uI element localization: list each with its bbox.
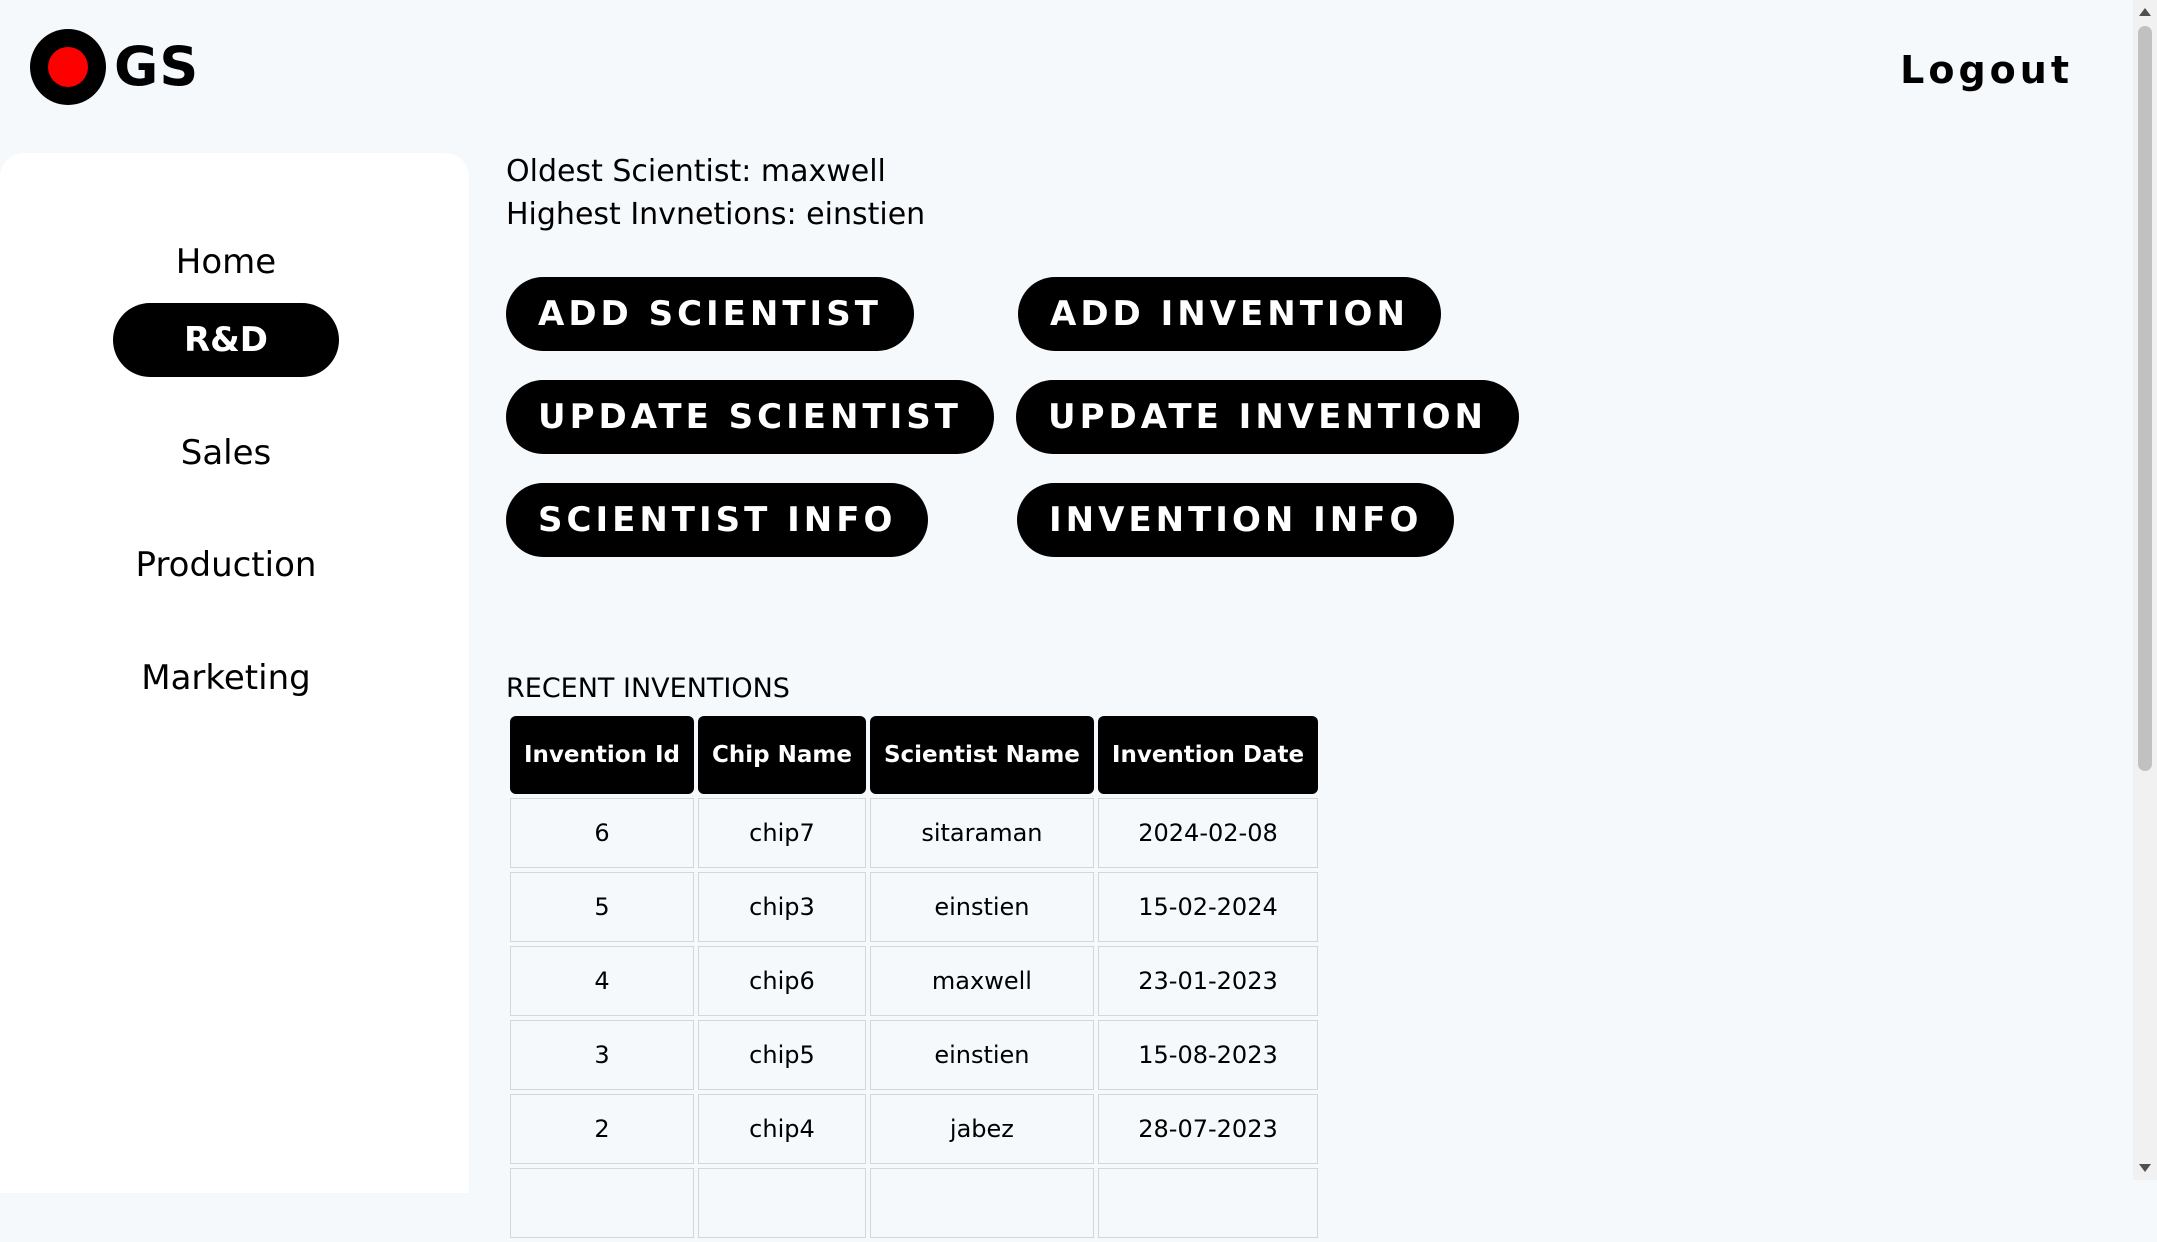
table-row: 6 chip7 sitaraman 2024-02-08 [510,798,1319,868]
cell-invention-id: 2 [510,1094,694,1164]
table-header-row: Invention Id Chip Name Scientist Name In… [510,716,1319,794]
cell-invention-date: 15-02-2024 [1097,872,1319,942]
cell-scientist-name: einstien [869,872,1094,942]
invention-info-button[interactable]: INVENTION INFO [1017,483,1455,557]
column-header-invention-date: Invention Date [1097,716,1319,794]
scroll-up-icon[interactable] [2139,8,2151,16]
sidebar-item-marketing[interactable]: Marketing [113,641,339,715]
column-header-chip-name: Chip Name [697,716,866,794]
sidebar-item-sales[interactable]: Sales [113,416,339,490]
highest-inventions-stat: Highest Invnetions: einstien [506,197,926,232]
sidebar-item-home[interactable]: Home [113,225,339,299]
update-scientist-button[interactable]: UPDATE SCIENTIST [506,380,994,454]
cell-invention-date [1097,1168,1319,1238]
cell-invention-date: 23-01-2023 [1097,946,1319,1016]
cell-scientist-name: einstien [869,1020,1094,1090]
cell-scientist-name: maxwell [869,946,1094,1016]
oldest-scientist-stat: Oldest Scientist: maxwell [506,154,886,189]
logout-link[interactable]: Logout [1900,48,2073,92]
cell-scientist-name: jabez [869,1094,1094,1164]
cell-invention-id: 5 [510,872,694,942]
scroll-down-icon[interactable] [2139,1164,2151,1172]
add-scientist-button[interactable]: ADD SCIENTIST [506,277,914,351]
cell-chip-name [697,1168,866,1238]
update-invention-button[interactable]: UPDATE INVENTION [1016,380,1519,454]
cell-scientist-name: sitaraman [869,798,1094,868]
table-row: 2 chip4 jabez 28-07-2023 [510,1094,1319,1164]
cell-chip-name: chip6 [697,946,866,1016]
vertical-scrollbar[interactable] [2133,0,2157,1180]
logo-dot [48,47,88,87]
cell-invention-id: 3 [510,1020,694,1090]
recent-inventions-title: RECENT INVENTIONS [506,673,790,704]
cell-invention-id [510,1168,694,1238]
sidebar-item-rnd[interactable]: R&D [113,303,339,377]
recent-inventions-table: Invention Id Chip Name Scientist Name In… [506,712,1322,1242]
cell-scientist-name [869,1168,1094,1238]
main-content: Oldest Scientist: maxwell Highest Invnet… [506,150,925,236]
scroll-thumb[interactable] [2138,26,2152,771]
top-bar: GS Logout [0,0,2133,150]
table-row: 4 chip6 maxwell 23-01-2023 [510,946,1319,1016]
cell-invention-date: 2024-02-08 [1097,798,1319,868]
table-row [510,1168,1319,1238]
cell-chip-name: chip5 [697,1020,866,1090]
sidebar: Home R&D Sales Production Marketing [0,153,469,1193]
cell-chip-name: chip7 [697,798,866,868]
logo-text: GS [114,35,200,98]
cell-invention-id: 4 [510,946,694,1016]
table-row: 3 chip5 einstien 15-08-2023 [510,1020,1319,1090]
cell-invention-date: 28-07-2023 [1097,1094,1319,1164]
table-row: 5 chip3 einstien 15-02-2024 [510,872,1319,942]
column-header-invention-id: Invention Id [510,716,694,794]
cell-chip-name: chip4 [697,1094,866,1164]
cell-chip-name: chip3 [697,872,866,942]
cell-invention-date: 15-08-2023 [1097,1020,1319,1090]
sidebar-item-production[interactable]: Production [113,528,339,602]
scientist-info-button[interactable]: SCIENTIST INFO [506,483,929,557]
logo-icon [30,29,106,105]
column-header-scientist-name: Scientist Name [869,716,1094,794]
cell-invention-id: 6 [510,798,694,868]
logo[interactable]: GS [30,29,199,105]
add-invention-button[interactable]: ADD INVENTION [1018,277,1441,351]
